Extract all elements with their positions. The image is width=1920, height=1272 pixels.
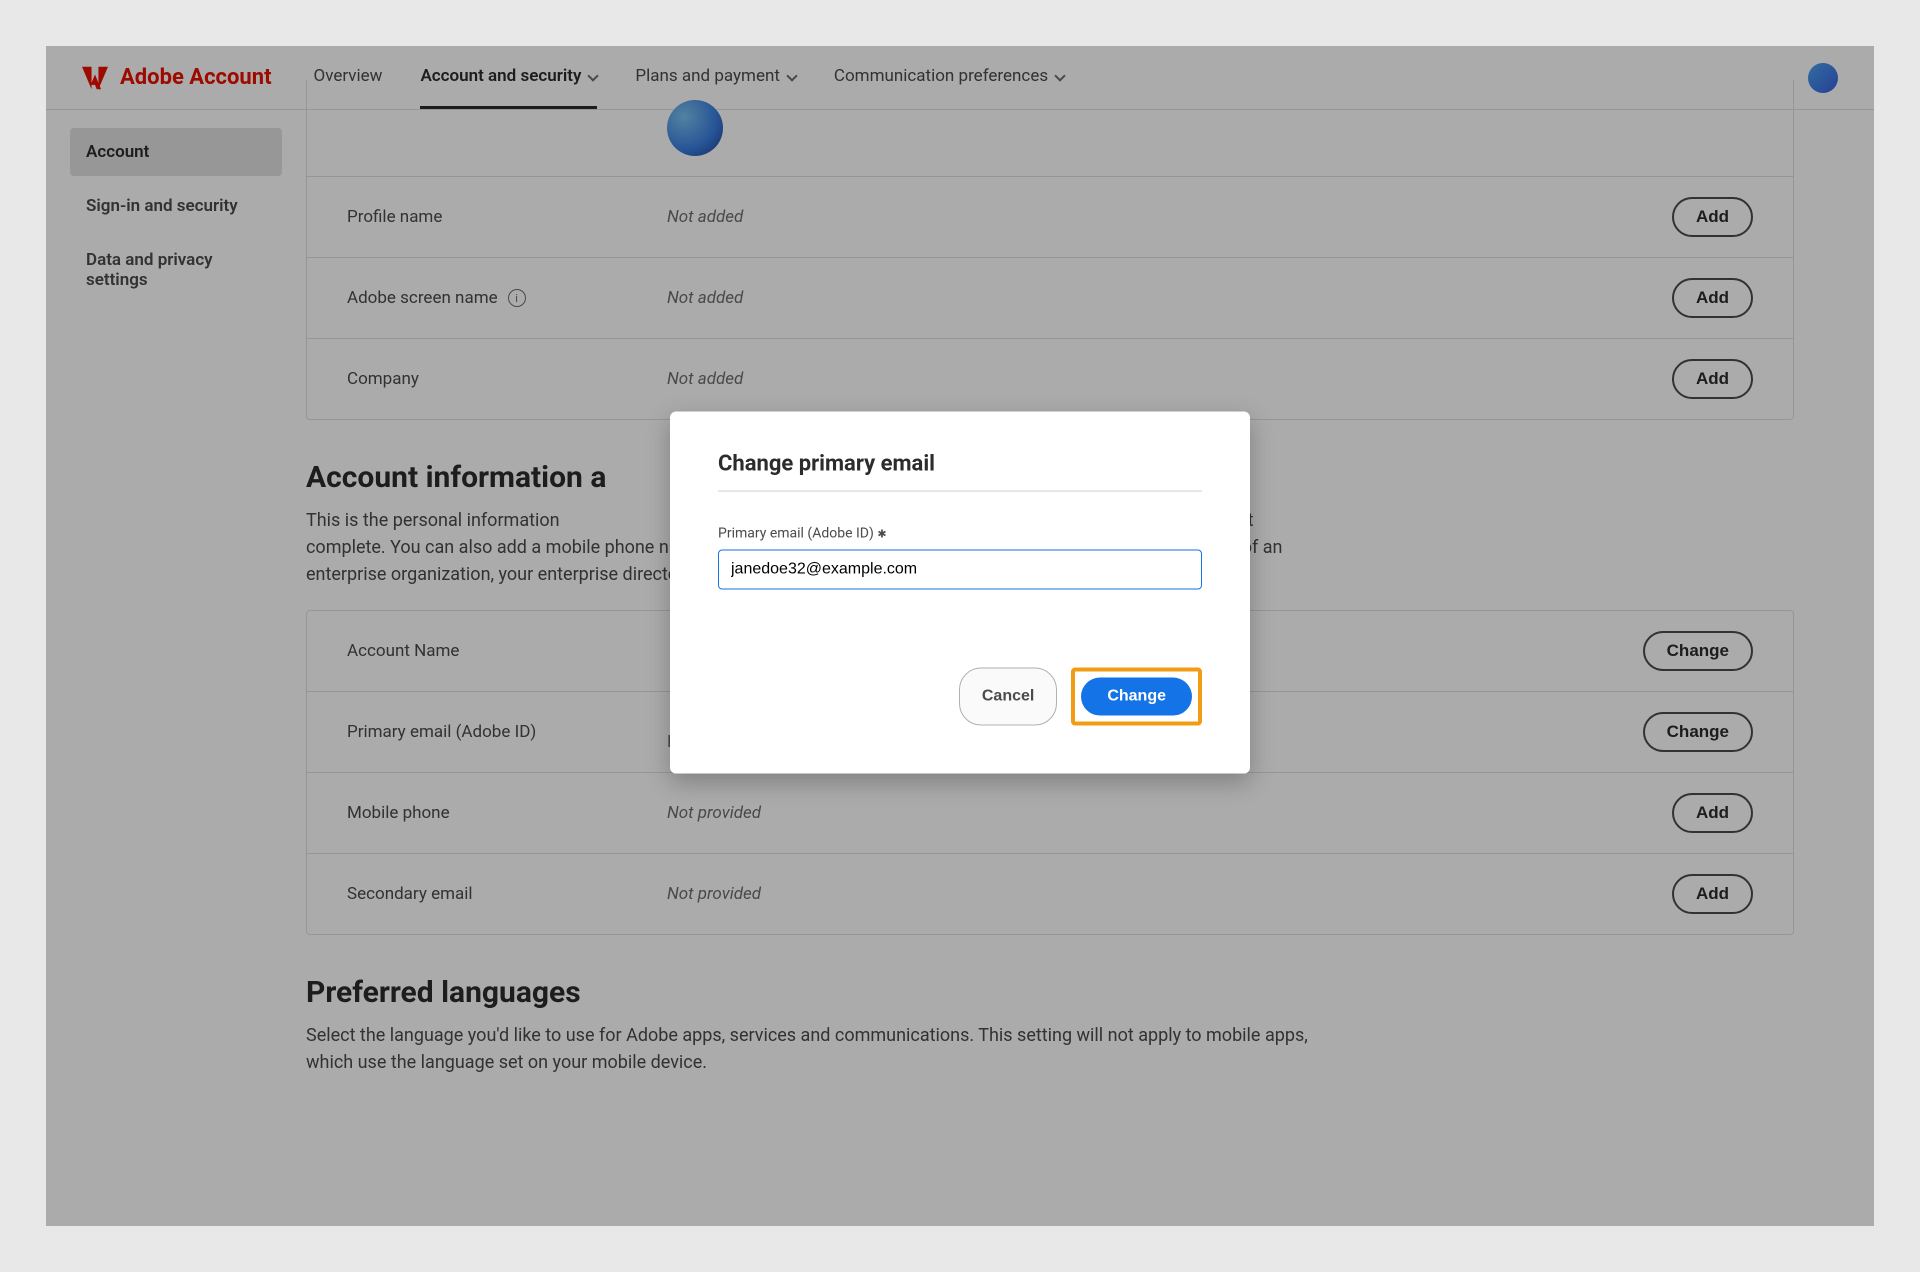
divider <box>718 491 1202 492</box>
change-email-modal: Change primary email Primary email (Adob… <box>670 412 1250 774</box>
highlight-ring: Change <box>1071 668 1202 726</box>
change-submit-button[interactable]: Change <box>1081 678 1192 716</box>
modal-field-label: Primary email (Adobe ID) ✱ <box>718 526 1202 542</box>
cancel-button[interactable]: Cancel <box>959 668 1057 726</box>
modal-title: Change primary email <box>718 452 1202 477</box>
primary-email-input[interactable] <box>718 550 1202 590</box>
